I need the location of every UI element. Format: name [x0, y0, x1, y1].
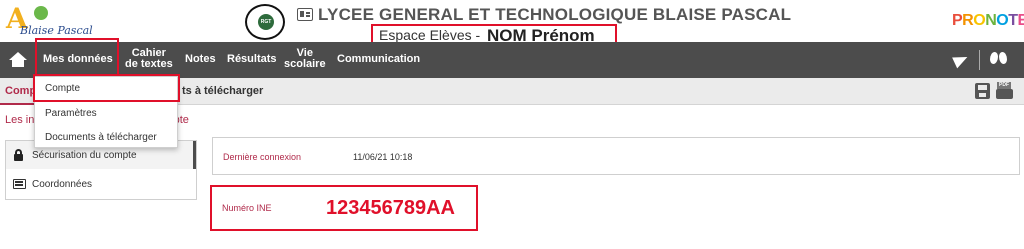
nav-cahier-de-textes[interactable]: Cahier de textes: [125, 48, 173, 70]
list-item-coordonnees[interactable]: Coordonnées: [6, 170, 196, 198]
school-name: LYCEE GENERAL ET TECHNOLOGIQUE BLAISE PA…: [318, 5, 792, 24]
list-item-label: Coordonnées: [32, 179, 93, 190]
app-header: A Blaise Pascal RGT LYCEE GENERAL ET TEC…: [0, 0, 1024, 46]
dropdown-item-parametres[interactable]: Paramètres: [35, 102, 177, 125]
pronote-letter: T: [1008, 12, 1018, 29]
section-title-left: Les inf: [5, 114, 38, 126]
ine-highlight-box: Numéro INE 123456789AA: [210, 185, 478, 231]
last-login-label: Dernière connexion: [223, 152, 302, 162]
pronote-letter: R: [962, 12, 974, 29]
nav-communication[interactable]: Communication: [337, 54, 420, 65]
last-login-value: 11/06/21 10:18: [353, 152, 413, 162]
logo-tree-icon: [34, 6, 48, 20]
save-icon[interactable]: [975, 83, 990, 99]
pronote-logo[interactable]: PRONOTE: [952, 12, 1024, 30]
tab-documents[interactable]: ts à télécharger: [182, 85, 263, 97]
tab-compte[interactable]: Comp: [5, 85, 36, 97]
pdf-print-icon[interactable]: PDF: [996, 82, 1013, 100]
account-menu-list: Sécurisation du compte Coordonnées: [5, 140, 197, 200]
nav-divider: [979, 50, 980, 70]
lock-icon: [14, 149, 23, 161]
pronote-letter: E: [1017, 12, 1024, 29]
dropdown-highlight-box: [33, 74, 180, 102]
home-icon[interactable]: [9, 52, 27, 68]
nav-vie-scolaire[interactable]: Vie scolaire: [284, 48, 326, 70]
dropdown-item-label: Paramètres: [45, 108, 97, 119]
nav-label-line: scolaire: [284, 58, 326, 70]
butterfly-icon[interactable]: [990, 52, 1008, 66]
last-login-row: Dernière connexion 11/06/21 10:18: [212, 137, 1020, 175]
ine-label: Numéro INE: [222, 203, 272, 213]
pronote-letter: P: [952, 12, 963, 29]
dropdown-item-label: Documents à télécharger: [45, 132, 157, 143]
list-item-label: Sécurisation du compte: [32, 150, 137, 161]
ine-value: 123456789AA: [326, 197, 455, 219]
pronote-letter: N: [985, 12, 997, 29]
pdf-badge: PDF: [997, 82, 1011, 89]
annotation-circle: RGT: [245, 4, 285, 40]
nav-highlight-box: [35, 38, 119, 78]
logo-text: Blaise Pascal: [20, 24, 93, 37]
nav-resultats[interactable]: Résultats: [227, 54, 277, 65]
rgt-badge: RGT: [258, 14, 274, 30]
nav-notes[interactable]: Notes: [185, 54, 216, 65]
school-icon: [297, 8, 313, 21]
pronote-letter: O: [996, 12, 1009, 29]
school-logo[interactable]: A Blaise Pascal: [4, 4, 96, 38]
dropdown-item-documents[interactable]: Documents à télécharger: [35, 126, 177, 149]
space-label: Espace Elèves -: [379, 27, 481, 43]
nav-label-line: de textes: [125, 58, 173, 70]
send-icon[interactable]: [954, 54, 968, 66]
contact-card-icon: [13, 179, 26, 189]
pronote-letter: O: [973, 12, 986, 29]
